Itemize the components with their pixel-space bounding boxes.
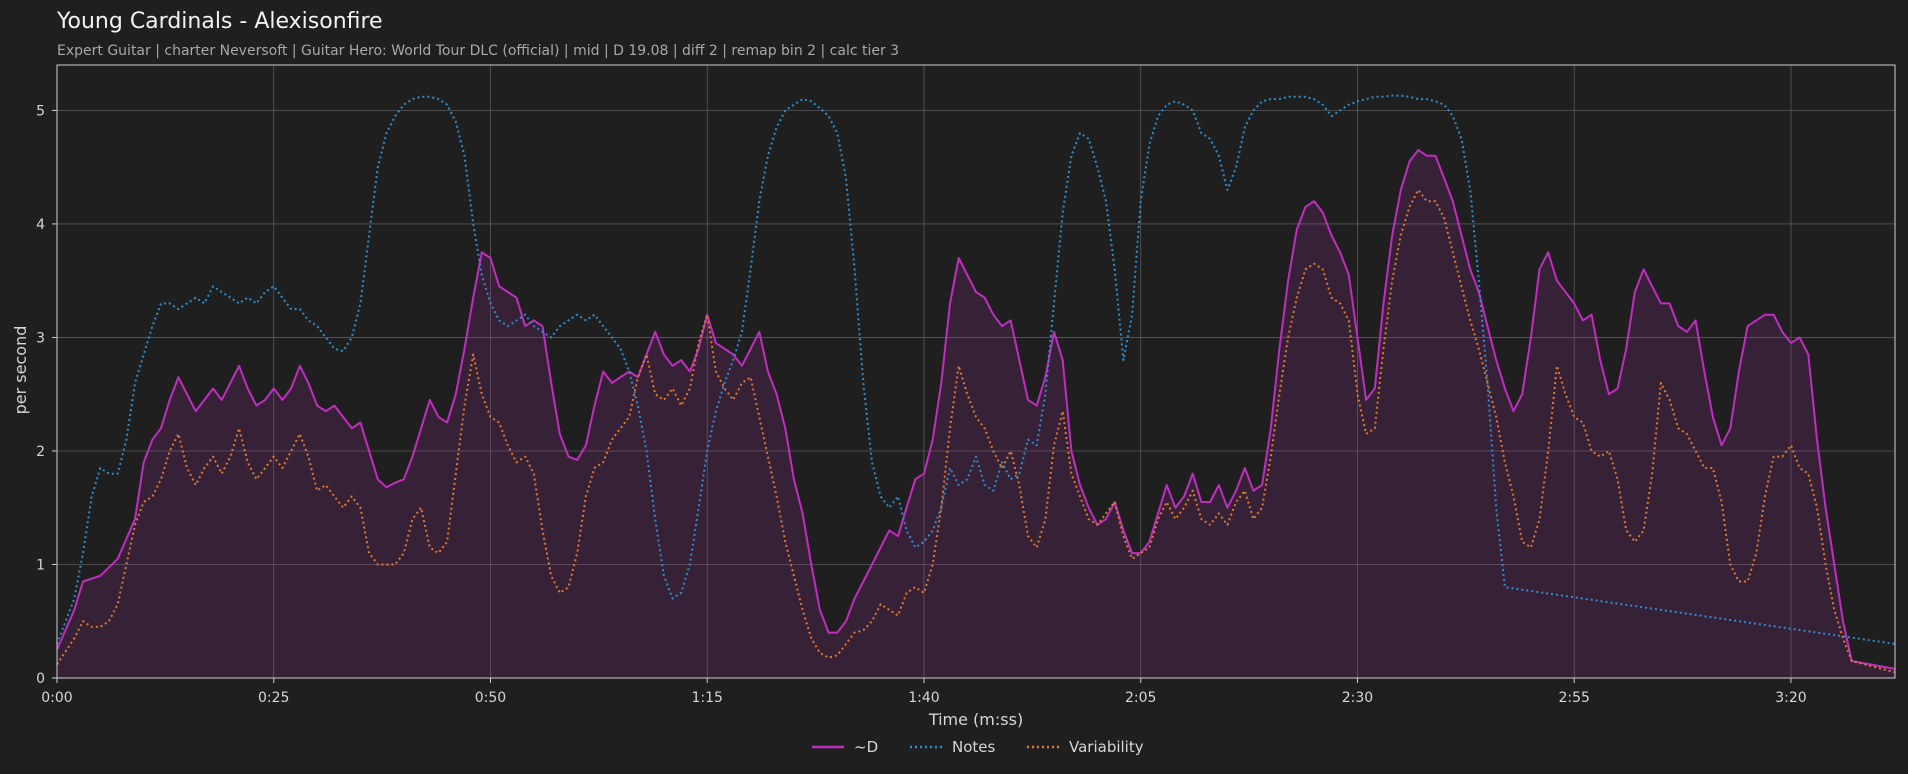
y-tick-label: 3 — [36, 330, 45, 346]
x-tick-label: 0:25 — [258, 690, 289, 706]
y-tick-label: 1 — [36, 557, 45, 573]
legend: ~D Notes Variability — [812, 738, 1144, 756]
y-tick-label: 0 — [36, 671, 45, 687]
legend-label: ~D — [854, 738, 878, 756]
x-tick-label: 2:30 — [1342, 690, 1373, 706]
chart-subtitle: Expert Guitar | charter Neversoft | Guit… — [57, 43, 899, 59]
x-tick-label: 2:55 — [1558, 690, 1589, 706]
legend-label: Variability — [1069, 738, 1144, 756]
y-tick-label: 2 — [36, 444, 45, 460]
legend-label: Notes — [952, 738, 996, 756]
chart-title: Young Cardinals - Alexisonfire — [56, 9, 383, 34]
x-tick-label: 0:50 — [475, 690, 506, 706]
x-tick-label: 1:15 — [692, 690, 723, 706]
y-tick-label: 4 — [36, 217, 45, 233]
chart: Young Cardinals - Alexisonfire Expert Gu… — [0, 0, 1908, 774]
x-tick-label: 3:20 — [1775, 690, 1806, 706]
x-axis-label: Time (m:ss) — [928, 710, 1023, 729]
y-axis-label: per second — [11, 326, 30, 415]
x-tick-label: 0:00 — [41, 690, 72, 706]
y-tick-label: 5 — [36, 103, 45, 119]
x-tick-label: 1:40 — [908, 690, 939, 706]
x-tick-label: 2:05 — [1125, 690, 1156, 706]
